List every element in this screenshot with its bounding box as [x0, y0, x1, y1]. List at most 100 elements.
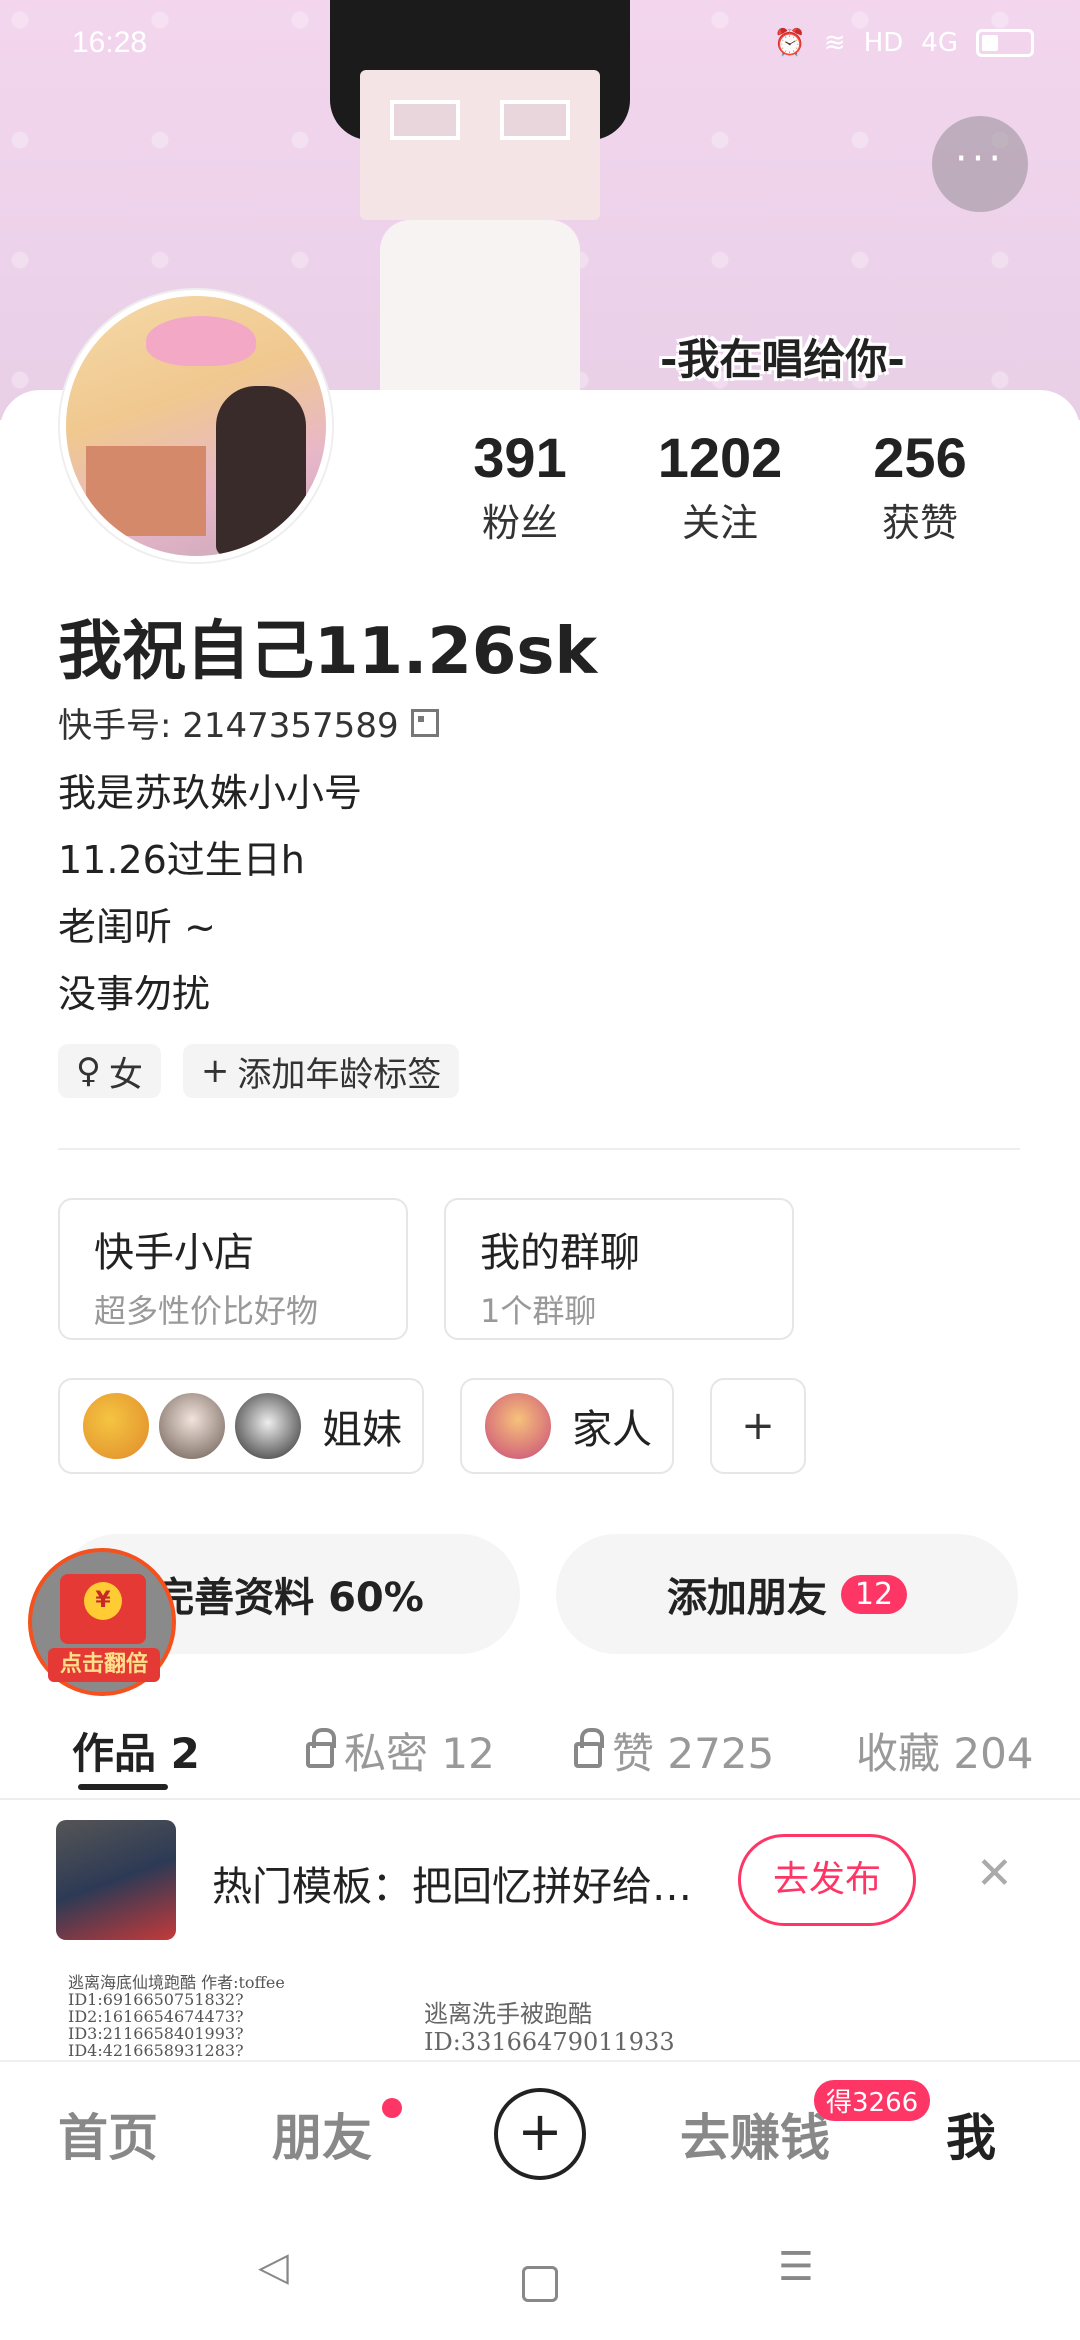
wifi-icon: ≋	[823, 28, 846, 58]
publish-template-button[interactable]: 去发布	[738, 1834, 916, 1926]
nav-friends[interactable]: 朋友	[272, 2098, 372, 2170]
avatar	[232, 1390, 304, 1462]
friend-groups: 姐妹 家人 +	[58, 1378, 806, 1474]
notification-dot	[382, 2098, 402, 2118]
plus-icon: +	[200, 1051, 230, 1091]
hd-icon: HD	[863, 28, 904, 58]
add-friends-badge: 12	[840, 1574, 908, 1614]
watermark-left: 逃离海底仙境跑酷 作者:toffee ID1:6916650751832? ID…	[68, 1974, 285, 2059]
profile-name: 我祝自己11.26sk	[58, 615, 598, 689]
feature-cards: 快手小店 超多性价比好物 我的群聊 1个群聊	[58, 1198, 794, 1340]
female-icon: ♀	[76, 1051, 101, 1091]
close-icon[interactable]: ✕	[976, 1848, 1013, 1899]
status-bar: 16:28 ⏰ ≋ HD 4G	[0, 26, 1080, 74]
stat-following[interactable]: 1202 关注	[620, 425, 820, 547]
battery-icon	[976, 29, 1034, 57]
watermark-line: ID2:1616654674473?	[68, 2007, 244, 2026]
profile-stats: 391 粉丝 1202 关注 256 获赞	[420, 425, 1020, 547]
add-age-tag[interactable]: + 添加年龄标签	[182, 1044, 460, 1098]
watermark-line: ID1:6916650751832?	[68, 1990, 244, 2009]
active-tab-indicator	[78, 1784, 168, 1790]
card-title: 我的群聊	[480, 1230, 640, 1276]
group-label: 姐妹	[322, 1407, 402, 1453]
tag-label: 女	[108, 1054, 143, 1095]
nav-home[interactable]: 首页	[58, 2098, 158, 2170]
avatar	[482, 1390, 554, 1462]
coin-icon: ¥	[84, 1582, 122, 1620]
add-friends-label: 添加朋友	[666, 1575, 827, 1621]
tab-likes[interactable]: 赞 2725	[574, 1720, 774, 1781]
watermark-line: ID:33166479011933	[424, 2028, 675, 2056]
bio-line: 11.26过生日h	[58, 838, 305, 882]
profile-tags: ♀ 女 + 添加年龄标签	[58, 1044, 460, 1098]
more-options-button[interactable]: ···	[932, 116, 1028, 212]
card-subtitle: 超多性价比好物	[94, 1292, 319, 1330]
avatar[interactable]	[60, 290, 332, 562]
publish-button[interactable]: +	[494, 2088, 586, 2180]
group-label: 家人	[572, 1407, 652, 1453]
stat-label: 获赞	[881, 501, 958, 545]
signal-icon: 4G	[921, 28, 958, 58]
lock-icon	[306, 1728, 336, 1768]
nav-me[interactable]: 我	[946, 2098, 996, 2170]
group-family[interactable]: 家人	[460, 1378, 674, 1474]
status-icons: ⏰ ≋ HD 4G	[774, 28, 1034, 58]
stat-value: 256	[873, 426, 967, 489]
stat-value: 391	[473, 426, 567, 489]
bottom-navigation: 首页 朋友 + 去赚钱 得3266 我	[0, 2060, 1080, 2200]
tab-label: 作品 2	[72, 1728, 200, 1778]
profile-actions: 完善资料 60% 添加朋友 12	[58, 1534, 1018, 1654]
shop-card[interactable]: 快手小店 超多性价比好物	[58, 1198, 408, 1340]
stat-label: 关注	[681, 501, 758, 545]
bio-line: 我是苏玖姝小小号	[58, 771, 363, 815]
qr-code-icon[interactable]	[410, 708, 439, 737]
watermark-line: 逃离海底仙境跑酷 作者:toffee	[68, 1973, 285, 1992]
avatar	[80, 1390, 152, 1462]
complete-profile-label: 完善资料 60%	[154, 1575, 424, 1621]
bio-line: 老闺听 ~	[58, 905, 216, 949]
watermark-center: 逃离洗手被跑酷 ID:33166479011933	[424, 2000, 675, 2056]
stat-label: 粉丝	[481, 501, 558, 545]
watermark-line: ID3:2116658401993?	[68, 2024, 244, 2043]
card-subtitle: 1个群聊	[480, 1292, 597, 1330]
group-chat-card[interactable]: 我的群聊 1个群聊	[444, 1198, 794, 1340]
tag-label: 添加年龄标签	[237, 1054, 442, 1095]
menu-icon[interactable]: ☰	[778, 2244, 814, 2290]
status-time: 16:28	[72, 26, 148, 59]
avatar	[156, 1390, 228, 1462]
red-packet-label: 点击翻倍	[48, 1648, 160, 1682]
group-sisters[interactable]: 姐妹	[58, 1378, 424, 1474]
watermark-line: ID4:4216658931283?	[68, 2041, 244, 2060]
back-icon[interactable]: ◁	[258, 2244, 289, 2290]
divider	[58, 1148, 1020, 1150]
tab-label: 赞 2725	[612, 1728, 775, 1778]
tab-private[interactable]: 私密 12	[306, 1720, 495, 1781]
home-icon[interactable]	[522, 2266, 558, 2302]
nav-earn[interactable]: 去赚钱	[680, 2098, 830, 2170]
template-thumbnail	[56, 1820, 176, 1940]
stat-value: 1202	[657, 426, 783, 489]
tab-label: 收藏 204	[856, 1728, 1034, 1778]
template-banner[interactable]: 热门模板：把回忆拼好给… 去发布 ✕	[0, 1800, 1080, 1960]
stat-followers[interactable]: 391 粉丝	[420, 425, 620, 547]
kuaishou-id-label: 快手号: 2147357589	[58, 706, 399, 746]
tab-label: 私密 12	[344, 1728, 495, 1778]
tab-favorites[interactable]: 收藏 204	[856, 1720, 1036, 1781]
video-watermark: 逃离海底仙境跑酷 作者:toffee ID1:6916650751832? ID…	[0, 1962, 1080, 2062]
card-title: 快手小店	[94, 1230, 254, 1276]
kuaishou-id[interactable]: 快手号: 2147357589	[58, 698, 439, 747]
system-navigation: ◁ ☰	[0, 2200, 1080, 2340]
watermark-line: 逃离洗手被跑酷	[424, 2000, 592, 2028]
tab-works[interactable]: 作品 2	[72, 1720, 200, 1781]
lock-icon	[574, 1728, 604, 1768]
earn-badge: 得3266	[814, 2080, 931, 2121]
banner-caption: -我在唱给你-	[660, 335, 905, 384]
red-packet-button[interactable]: ¥ 点击翻倍	[28, 1548, 176, 1696]
stat-likes[interactable]: 256 获赞	[820, 425, 1020, 547]
gender-tag[interactable]: ♀ 女	[58, 1044, 161, 1098]
template-text: 热门模板：把回忆拼好给…	[212, 1864, 692, 1910]
add-group-button[interactable]: +	[710, 1378, 806, 1474]
add-friends-button[interactable]: 添加朋友 12	[556, 1534, 1018, 1654]
alarm-icon: ⏰	[773, 28, 806, 58]
bio-line: 没事勿扰	[58, 972, 211, 1016]
